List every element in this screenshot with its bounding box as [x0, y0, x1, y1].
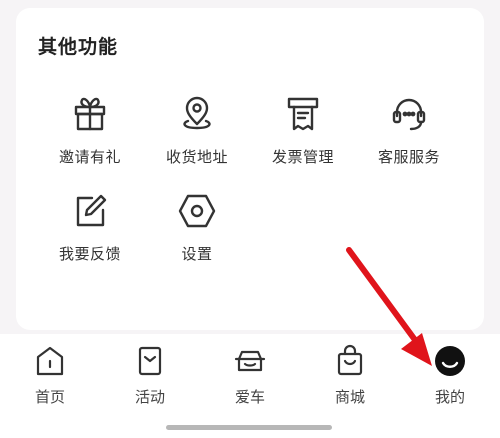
- car-icon: [233, 344, 267, 378]
- shopping-bag-icon: [333, 344, 367, 378]
- function-label: 我要反馈: [58, 245, 121, 263]
- invoice-icon: [283, 94, 323, 134]
- function-label: 邀请有礼: [58, 148, 121, 166]
- tab-mall[interactable]: 商城: [310, 344, 390, 414]
- function-invoice-management[interactable]: 发票管理: [253, 94, 353, 184]
- tab-home[interactable]: 首页: [10, 344, 90, 414]
- function-feedback[interactable]: 我要反馈: [40, 191, 140, 281]
- tab-mine[interactable]: 我的: [410, 344, 490, 414]
- function-label: 设置: [181, 245, 213, 263]
- location-pin-icon: [177, 94, 217, 134]
- function-settings[interactable]: 设置: [147, 191, 247, 281]
- function-label: 收货地址: [165, 148, 228, 166]
- tab-label: 活动: [134, 388, 165, 406]
- activity-bookmark-icon: [133, 344, 167, 378]
- function-customer-service[interactable]: 客服服务: [359, 94, 459, 184]
- other-functions-card: 其他功能 邀请有礼 收货地址 发票管理 客服服务 我要反馈 设置: [16, 8, 484, 330]
- tab-label: 爱车: [234, 388, 265, 406]
- tab-my-car[interactable]: 爱车: [210, 344, 290, 414]
- section-title: 其他功能: [38, 36, 119, 58]
- home-indicator: [166, 425, 332, 430]
- tab-label: 商城: [334, 388, 365, 406]
- profile-icon: [433, 344, 467, 378]
- function-label: 客服服务: [377, 148, 440, 166]
- function-invite-gift[interactable]: 邀请有礼: [40, 94, 140, 184]
- tab-label: 我的: [434, 388, 465, 406]
- function-shipping-address[interactable]: 收货地址: [147, 94, 247, 184]
- bottom-tab-bar: 首页 活动 爱车 商城 我的: [0, 334, 500, 438]
- home-icon: [33, 344, 67, 378]
- gift-icon: [70, 94, 110, 134]
- tab-activity[interactable]: 活动: [110, 344, 190, 414]
- headset-icon: [389, 94, 429, 134]
- edit-feedback-icon: [70, 191, 110, 231]
- tab-label: 首页: [34, 388, 65, 406]
- function-label: 发票管理: [271, 148, 334, 166]
- settings-hex-icon: [177, 191, 217, 231]
